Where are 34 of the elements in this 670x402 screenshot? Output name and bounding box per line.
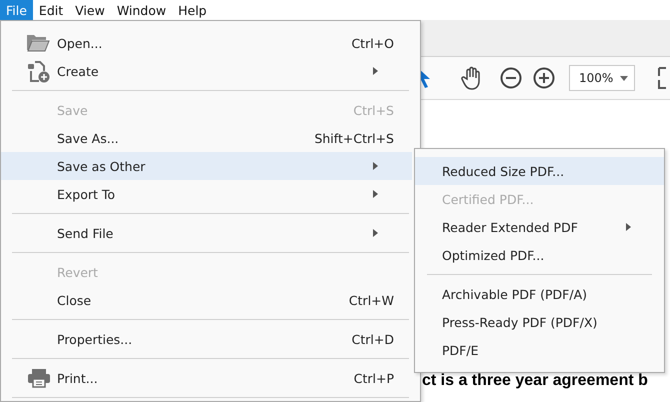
- menu-item[interactable]: Reader Extended PDF: [415, 213, 664, 241]
- menu-title[interactable]: Help: [172, 0, 213, 20]
- shortcut-text: Shift+Ctrl+S: [314, 130, 394, 146]
- menu-item[interactable]: Save as Other: [1, 152, 412, 180]
- menu-item[interactable]: Open... Ctrl+O: [1, 29, 412, 57]
- menu-item[interactable]: Optimized PDF...: [415, 241, 664, 269]
- printer-icon: [27, 368, 51, 388]
- shortcut-text: Ctrl+P: [354, 370, 394, 386]
- menu-item[interactable]: Export To: [1, 180, 412, 208]
- document-text: ct is a three year agreement b: [422, 371, 648, 391]
- menu-title[interactable]: Edit: [32, 0, 70, 20]
- menu-title[interactable]: Window: [110, 0, 172, 20]
- shortcut-text: Ctrl+D: [352, 332, 394, 346]
- zoom-dropdown[interactable]: 100%: [569, 65, 635, 91]
- menu-item[interactable]: Send File: [1, 219, 412, 247]
- menu-item[interactable]: Press-Ready PDF (PDF/X): [415, 308, 664, 336]
- menu-item[interactable]: Create: [1, 57, 412, 85]
- caret-icon: [620, 76, 628, 80]
- menu-item[interactable]: Save As... Shift+Ctrl+S: [1, 124, 412, 152]
- shortcut-text: Ctrl+S: [353, 102, 394, 118]
- shortcut-text: Ctrl+W: [348, 292, 394, 308]
- create-document-icon: [27, 61, 51, 83]
- menu-item[interactable]: Close Ctrl+W: [1, 286, 412, 314]
- folder-icon: [26, 33, 50, 53]
- menu-item[interactable]: Archivable PDF (PDF/A): [415, 280, 664, 308]
- menu-title[interactable]: View: [69, 0, 111, 20]
- menu-item[interactable]: Properties... Ctrl+D: [1, 325, 412, 353]
- menu-item[interactable]: Print... Ctrl+P: [1, 364, 412, 392]
- shortcut-text: Ctrl+O: [351, 36, 394, 50]
- menu-item[interactable]: PDF/E: [415, 336, 664, 364]
- zoom-in-icon[interactable]: [533, 67, 555, 89]
- menu-item[interactable]: Reduced Size PDF...: [415, 157, 664, 185]
- menu-title[interactable]: File: [0, 0, 33, 20]
- zoom-out-icon[interactable]: [500, 67, 522, 89]
